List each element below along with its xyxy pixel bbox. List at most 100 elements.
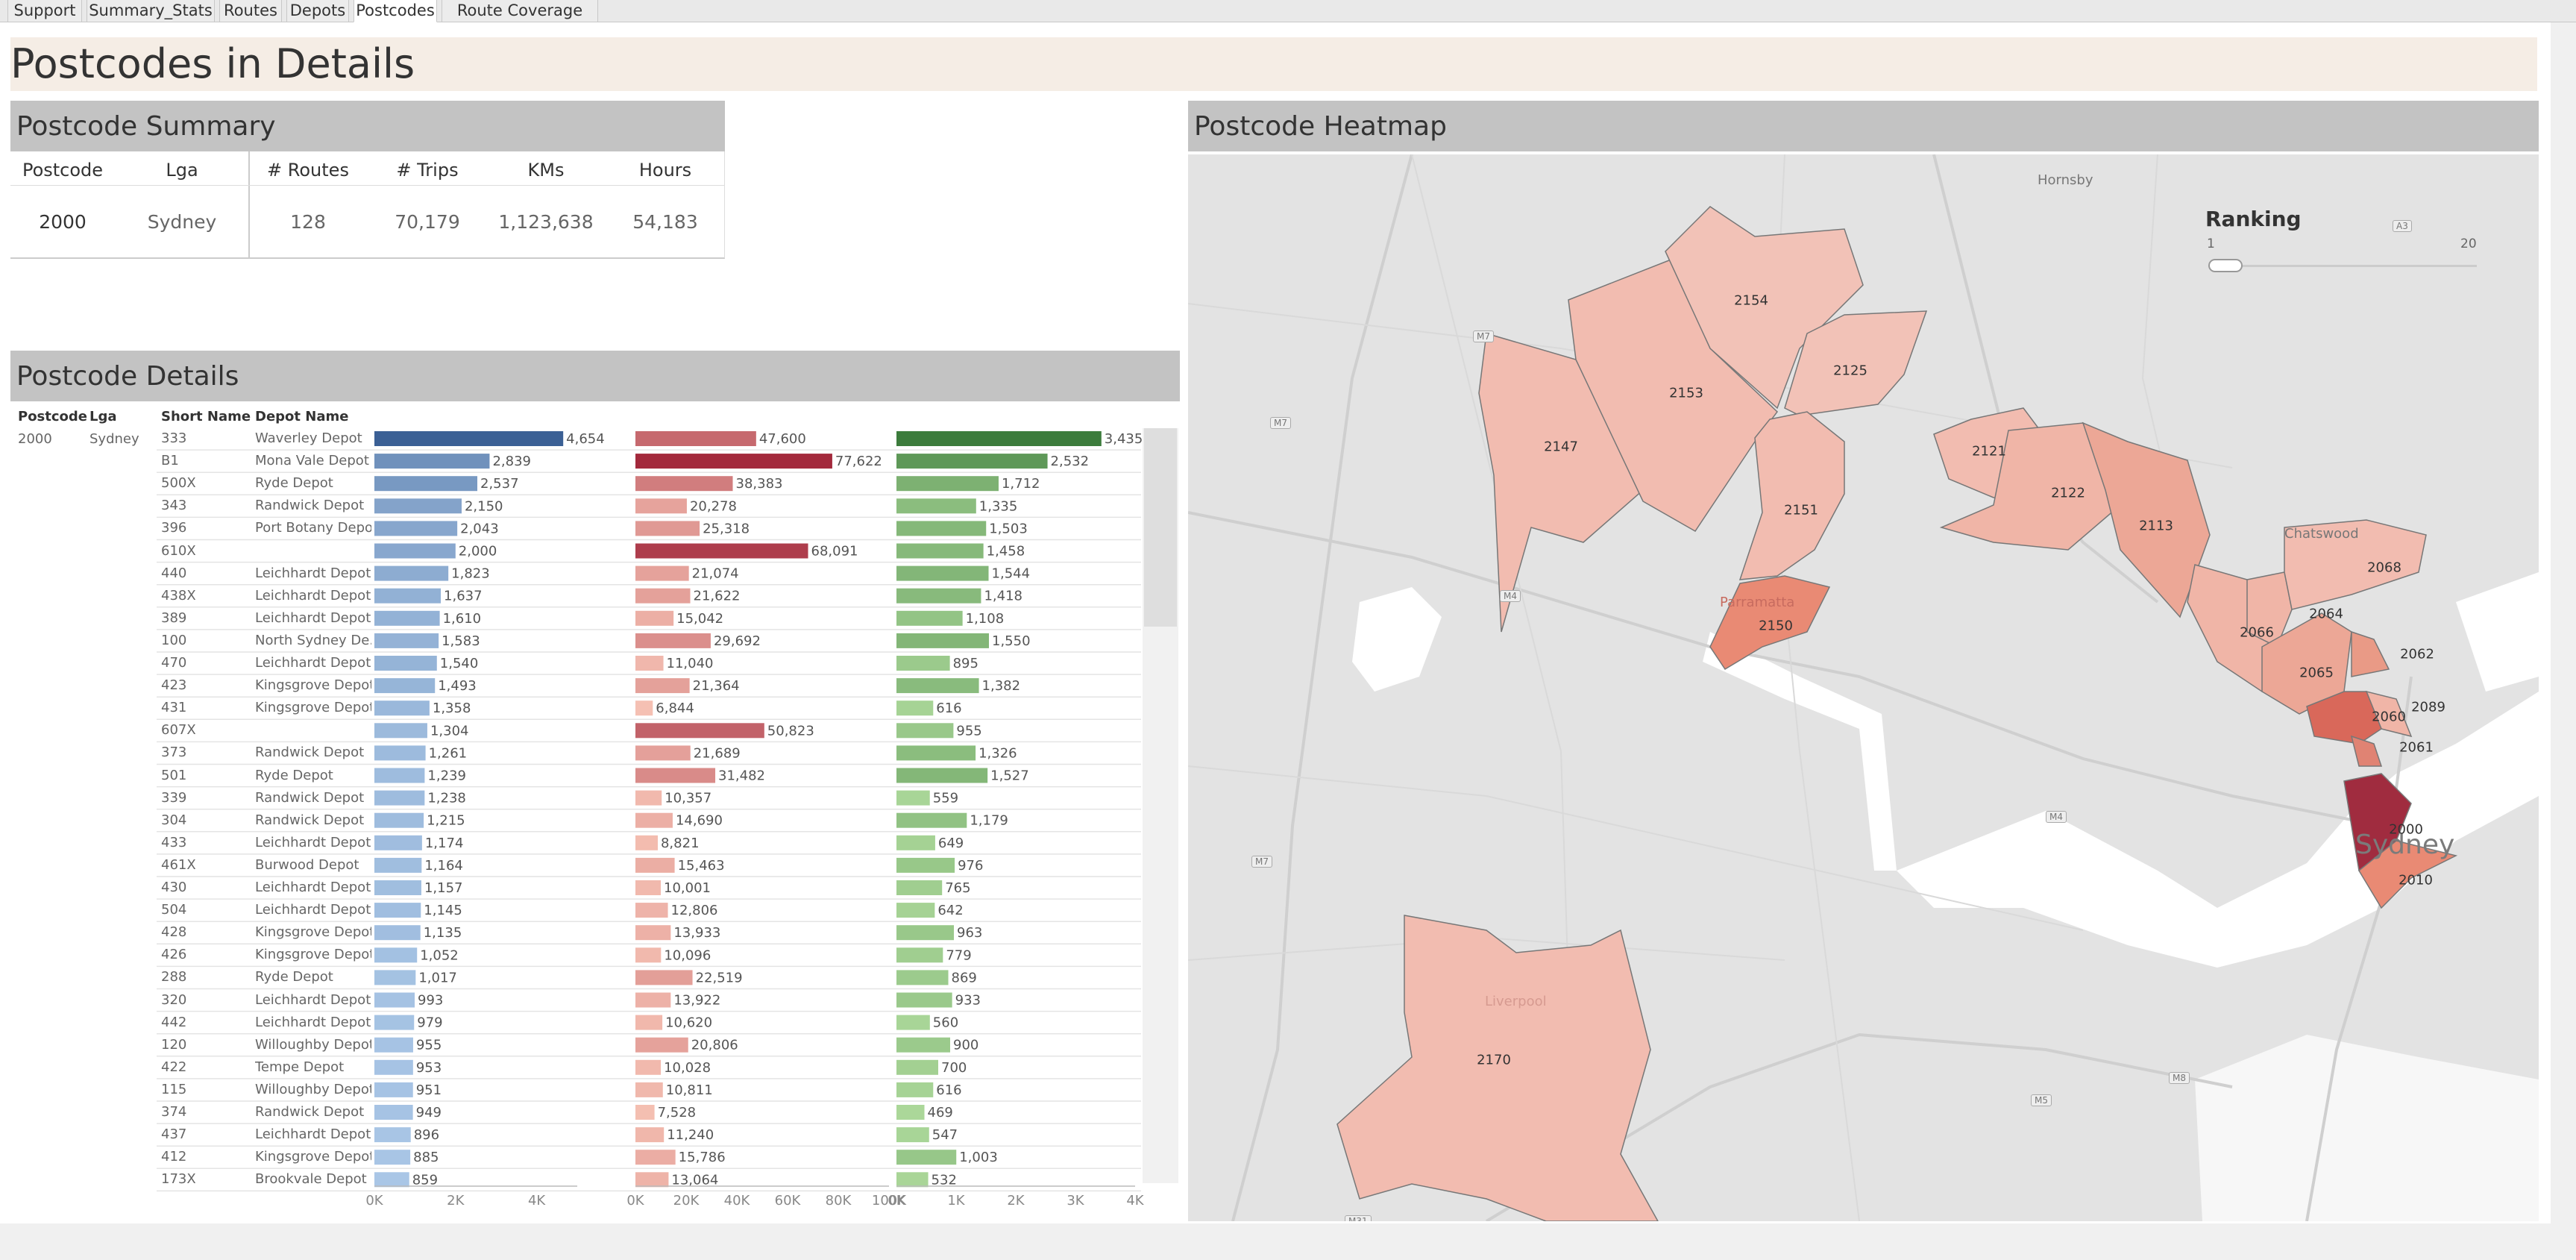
legend-slider[interactable] [2208,259,2243,272]
details-bar-label-c: 1,382 [982,678,1021,694]
road-badge: M7 [1473,330,1494,342]
details-bar-a [374,723,427,739]
region-2170 [1336,915,1659,1221]
details-bar-label-c: 532 [932,1172,957,1188]
details-bar-c [896,1172,929,1188]
axis-tick-label: 0K [365,1193,383,1209]
details-bar-label-b: 10,096 [664,947,711,963]
heatmap-map[interactable]: Hornsby Chatswood Parramatta Sydney Live… [1188,154,2539,1221]
details-bar-label-a: 955 [416,1038,442,1053]
details-bar-b [635,1127,665,1143]
details-bar-label-c: 869 [952,970,977,985]
details-bar-a [374,835,422,850]
details-bar-label-b: 22,519 [696,970,743,985]
postcode-label: 2061 [2399,739,2434,756]
details-bar-label-c: 1,527 [990,768,1029,784]
details-bar-label-c: 1,335 [979,498,1018,514]
details-bar-label-b: 14,690 [676,813,723,829]
postcode-label: 2170 [1477,1052,1511,1068]
road-badge: M5 [2031,1094,2052,1106]
heatmap-title: Postcode Heatmap [1194,111,1447,142]
details-bar-c [896,925,955,941]
details-bar-a [374,678,436,694]
postcode-label: 2065 [2299,665,2334,681]
details-bar-label-a: 1,540 [440,656,479,671]
details-bar-c [896,1082,934,1097]
details-bar-a [374,1082,413,1097]
details-bar-label-b: 13,922 [673,993,720,1009]
postcode-label: 2068 [2367,560,2401,576]
details-bar-label-b: 21,622 [694,589,741,604]
details-bar-c [896,992,952,1008]
details-bar-label-a: 2,839 [492,454,531,469]
details-bar-label-b: 21,364 [693,678,740,694]
place-chatswood: Chatswood [2284,526,2359,542]
details-bar-label-a: 1,157 [424,880,463,896]
details-bar-a [374,656,437,671]
details-bar-label-c: 1,503 [989,521,1028,536]
details-bar-b [635,1150,676,1165]
region-2061 [2350,735,2383,767]
details-bar-c [896,565,989,581]
details-bar-label-a: 1,637 [444,589,483,604]
axis-tick-label: 1K [947,1193,965,1209]
axis-tick-label: 60K [774,1193,801,1209]
details-bar-label-b: 20,278 [690,498,737,514]
details-bar-c [896,1105,925,1120]
road-badge: M4 [2046,811,2067,823]
details-bar-a [374,1059,413,1075]
road-badge: M7 [1251,856,1272,868]
details-bar-b [635,1059,662,1075]
details-bar-label-a: 2,150 [465,498,503,514]
details-bar-label-b: 12,806 [671,903,718,918]
details-bar-a [374,992,415,1008]
details-bar-label-c: 933 [955,993,981,1009]
details-bar-label-a: 1,145 [424,903,462,918]
region-2062 [2351,630,2390,677]
details-bar-b [635,588,691,604]
postcode-label: 2121 [1972,443,2006,460]
details-bar-label-c: 955 [956,723,981,739]
axis-tick-label: 4K [527,1193,546,1209]
details-scrollbar[interactable] [1143,428,1178,1183]
details-bar-label-a: 2,043 [460,521,499,536]
details-bar-label-b: 15,786 [679,1150,726,1165]
details-bar-label-a: 2,000 [459,544,497,560]
details-bar-c [896,768,988,783]
road-badge: M7 [1270,417,1291,429]
details-bar-c [896,723,954,739]
details-scroll-thumb[interactable] [1144,428,1177,627]
axis-tick-label: 0K [888,1193,905,1209]
postcode-label: 2064 [2309,606,2343,622]
details-bar-chart: 4,654 47,600 3,435 2,839 77,622 2,532 2,537 38,… [157,431,1143,1192]
details-bar-b [635,1082,663,1097]
details-bar-label-b: 6,844 [656,700,694,716]
details-bar-label-c: 963 [957,925,982,941]
details-bar-b [635,610,674,626]
details-bar-a [374,947,418,963]
details-bar-a [374,588,442,604]
details-bar-a [374,768,425,783]
ranking-legend[interactable]: Ranking 1 20 [2205,207,2481,281]
details-bar-b [635,812,673,828]
details-bar-label-b: 10,620 [665,1015,712,1031]
details-bar-c [896,588,981,604]
details-bar-a [374,790,425,806]
details-bar-c [896,700,934,716]
details-bar-label-c: 1,179 [970,813,1008,829]
details-bar-c [896,454,1048,469]
details-bar-c [896,835,935,850]
details-bar-c [896,1150,957,1165]
place-hornsby: Hornsby [2038,172,2093,188]
details-bar-label-c: 765 [945,880,970,896]
details-bar-label-a: 1,239 [427,768,466,784]
details-bar-b [635,992,671,1008]
details-bar-label-b: 29,692 [714,633,761,649]
details-bar-a [374,1037,413,1053]
details-bar-a [374,880,421,895]
details-bar-a [374,498,462,514]
details-bar-label-a: 896 [414,1127,439,1143]
details-bar-label-c: 1,108 [966,611,1005,627]
details-bar-c [896,1127,929,1143]
details-bar-label-a: 859 [412,1172,438,1188]
